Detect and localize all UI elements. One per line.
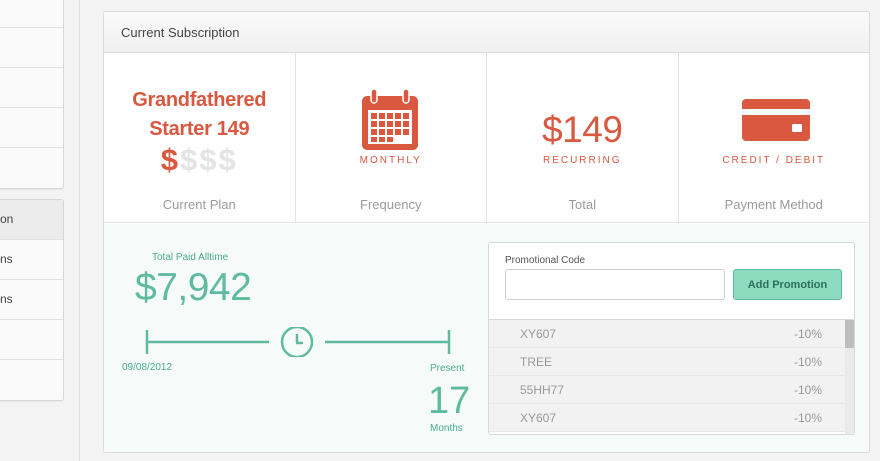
frequency-tile: MONTHLY Frequency [296,53,487,222]
clock-icon [280,327,314,357]
plan-label: Current Plan [162,197,236,212]
sidebar-item[interactable] [0,148,63,188]
summary-tiles: Grandfathered Starter 149 $$$$ Current P… [104,53,869,223]
scrollbar-thumb[interactable] [845,320,854,348]
promo-code-label: Promotional Code [505,255,586,266]
promo-code-value: 55HH77 [520,382,565,397]
history-and-promo: Total Paid Alltime $7,942 09/08/2012 Pre… [104,224,869,452]
promo-code-input[interactable] [505,269,725,300]
total-paid-label: Total Paid Alltime [152,252,229,263]
promo-panel: Promotional Code Add Promotion XY607 -10%… [488,242,855,435]
divider [79,0,80,461]
total-recurring: RECURRING [542,155,622,166]
promo-discount-value: -10% [793,382,822,397]
scrollbar[interactable] [845,320,854,434]
sidebar-group-top [0,0,64,189]
frequency-label: Frequency [360,197,422,212]
promo-code-row[interactable]: TREE -10% [489,348,854,376]
total-paid-amount: $7,942 [135,266,252,309]
promo-discount-value: -10% [793,410,822,425]
dollar-empty: $ [218,142,238,177]
months-count: 17 [428,380,471,422]
promo-discount-value: -10% [793,326,822,341]
dollar-empty: $ [180,142,200,177]
payment-value: CREDIT / DEBIT [722,155,826,166]
sidebar-group-bottom: on ns ns [0,199,64,401]
sidebar-item[interactable] [0,360,63,400]
sidebar-item[interactable]: ns [0,240,63,280]
payment-label: Payment Method [724,197,823,212]
calendar-icon [361,88,418,150]
plan-name: Grandfathered Starter 149 [104,86,295,144]
total-tile: $149 RECURRING Total [487,53,679,222]
plan-tile: Grandfathered Starter 149 $$$$ Current P… [104,53,296,222]
add-promotion-button[interactable]: Add Promotion [733,269,842,300]
card-title: Current Subscription [104,12,869,53]
total-label: Total [568,197,596,212]
promo-code-value: TREE [520,354,553,369]
price-level-rating: $$$$ [104,143,295,177]
total-amount: $149 [542,109,623,150]
promo-discount-value: -10% [793,354,822,369]
credit-card-icon [741,99,810,141]
plan-name-line2: Starter 149 [149,118,250,140]
sidebar-item[interactable] [0,320,63,360]
frequency-value: MONTHLY [359,155,422,166]
sidebar-item[interactable] [0,28,63,68]
promo-code-list[interactable]: XY607 -10% TREE -10% 55HH77 -10% XY607 -10% [489,319,854,434]
dollar-filled: $ [160,142,180,177]
sidebar-item[interactable] [0,0,63,28]
present-label: Present [430,363,465,374]
sidebar-item-active[interactable]: on [0,200,63,240]
start-date: 09/08/2012 [122,362,173,373]
sidebar-item[interactable] [0,68,63,108]
promo-code-row[interactable]: XY607 -10% [489,404,854,432]
subscription-card: Current Subscription Grandfathered Start… [103,11,870,453]
promo-code-row[interactable]: 55HH77 -10% [489,376,854,404]
sidebar-item[interactable]: ns [0,280,63,320]
promo-code-value: XY607 [520,410,557,425]
sidebar-item[interactable] [0,108,63,148]
payment-tile: CREDIT / DEBIT Payment Method [679,53,870,222]
subscription-timeline [145,327,451,357]
months-label: Months [430,423,463,434]
promo-code-row[interactable]: XY607 -10% [489,320,854,348]
dollar-empty: $ [199,142,219,177]
plan-name-line1: Grandfathered [132,89,267,111]
promo-code-value: XY607 [520,326,557,341]
